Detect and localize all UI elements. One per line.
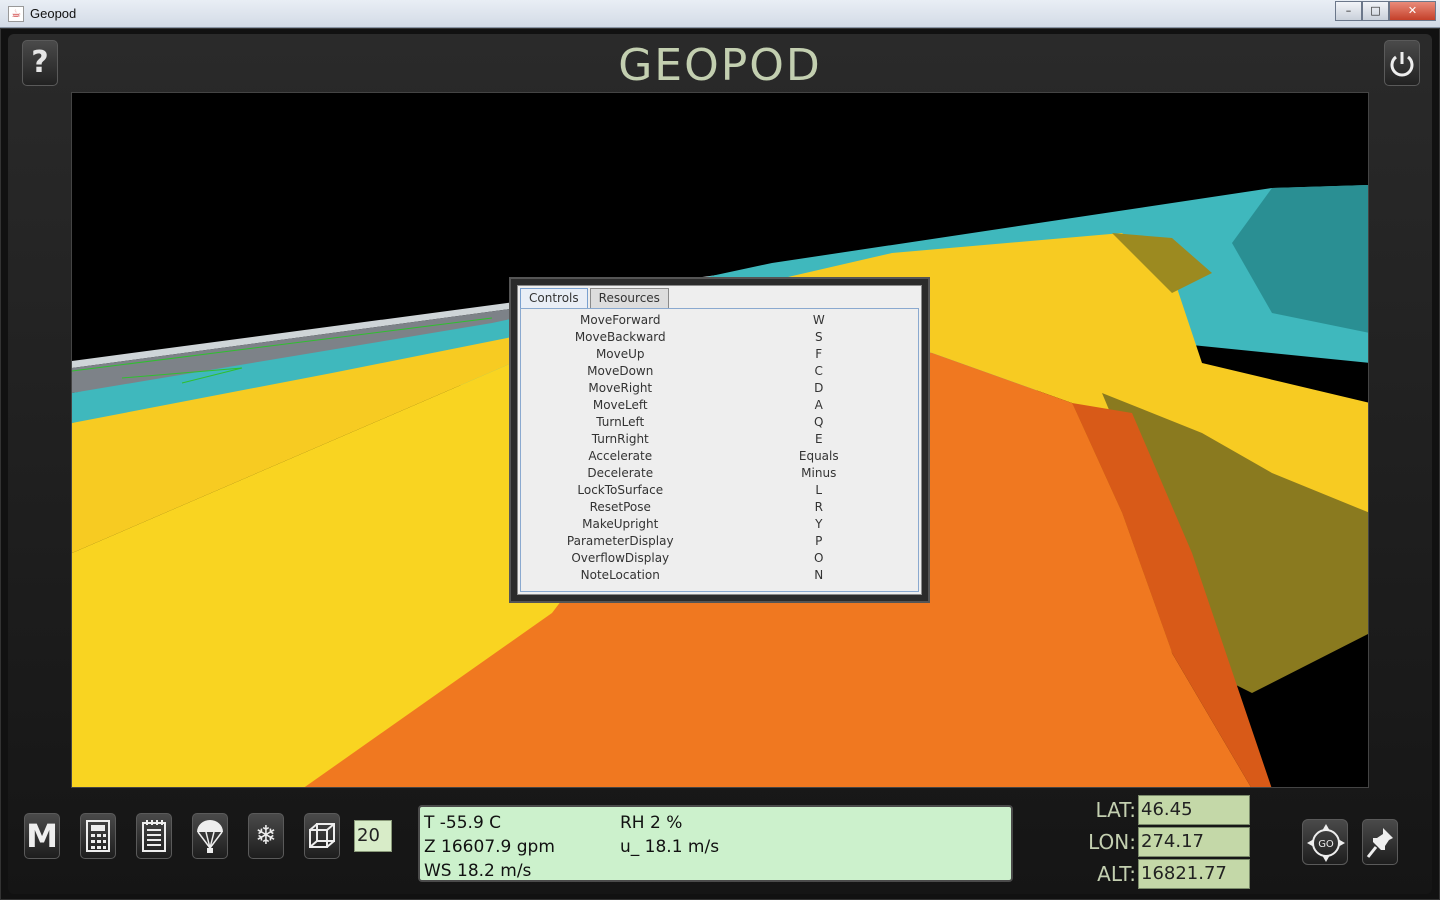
tab-resources[interactable]: Resources <box>589 288 669 308</box>
control-key: N <box>814 568 824 582</box>
control-action: NoteLocation <box>580 568 660 582</box>
m-button[interactable]: M <box>24 813 60 859</box>
control-row: TurnLeft Q <box>521 414 918 431</box>
go-label: GO <box>1318 839 1334 850</box>
pin-button[interactable] <box>1362 819 1398 865</box>
notepad-icon <box>142 820 166 852</box>
control-key: Minus <box>801 466 837 480</box>
control-action: MoveLeft <box>592 398 648 412</box>
snowflake-button[interactable]: ❄ <box>248 813 284 859</box>
controls-dialog: Controls Resources MoveForward W MoveBackw… <box>509 277 930 603</box>
control-key: R <box>814 500 823 514</box>
cube-button[interactable] <box>304 813 340 859</box>
control-action: OverflowDisplay <box>571 551 670 565</box>
control-row: ResetPose R <box>521 499 918 516</box>
lon-field[interactable]: 274.17 <box>1138 827 1250 857</box>
control-action: MoveRight <box>588 381 653 395</box>
pushpin-icon <box>1366 828 1393 858</box>
control-key: F <box>815 347 823 361</box>
control-key: C <box>814 364 823 378</box>
control-action: Decelerate <box>587 466 654 480</box>
u-wind-readout: u_ 18.1 m/s <box>620 837 720 857</box>
control-row: Decelerate Minus <box>521 465 918 482</box>
close-button[interactable]: ✕ <box>1389 1 1436 21</box>
parachute-icon <box>197 820 223 853</box>
power-icon <box>1390 52 1414 77</box>
control-key: D <box>814 381 824 395</box>
control-row: TurnRight E <box>521 431 918 448</box>
help-button[interactable]: ? <box>22 40 58 86</box>
lon-label: LON: <box>1088 830 1136 854</box>
height-readout: Z 16607.9 gpm <box>424 837 555 857</box>
control-action: LockToSurface <box>577 483 664 497</box>
geopod-logo: GEOPOD <box>618 40 822 91</box>
step-number-field[interactable]: 20 <box>354 820 392 852</box>
control-key: P <box>815 534 823 548</box>
control-key: E <box>814 432 823 446</box>
control-row: OverflowDisplay O <box>521 550 918 567</box>
control-row: MakeUpright Y <box>521 516 918 533</box>
control-key: Y <box>815 517 823 531</box>
parachute-button[interactable] <box>192 813 228 859</box>
control-key: Q <box>814 415 824 429</box>
go-compass-icon: GO <box>1307 824 1345 862</box>
java-app-icon: ☕ <box>8 6 24 22</box>
go-button[interactable]: GO <box>1302 819 1348 865</box>
lat-label: LAT: <box>1095 798 1137 822</box>
control-row: LockToSurface L <box>521 482 918 499</box>
control-action: Accelerate <box>588 449 653 463</box>
control-key: A <box>814 398 823 412</box>
temperature-readout: T -55.9 C <box>424 813 502 833</box>
control-action: MoveBackward <box>574 330 666 344</box>
tab-controls[interactable]: Controls <box>520 288 588 308</box>
calculator-icon <box>86 820 110 852</box>
minimize-button[interactable]: – <box>1335 1 1362 21</box>
maximize-button[interactable]: □ <box>1362 1 1389 21</box>
control-row: MoveDown C <box>521 363 918 380</box>
control-action: MakeUpright <box>582 517 659 531</box>
control-row: MoveForward W <box>521 312 918 329</box>
window-controls: – □ ✕ <box>1335 1 1436 21</box>
alt-label: ALT: <box>1097 862 1136 886</box>
control-row: MoveBackward S <box>521 329 918 346</box>
control-row: NoteLocation N <box>521 567 918 584</box>
cube-icon <box>309 823 335 848</box>
wind-speed-readout: WS 18.2 m/s <box>424 861 532 881</box>
control-action: TurnRight <box>591 432 649 446</box>
m-icon: M <box>26 817 58 855</box>
snowflake-icon: ❄ <box>255 821 277 851</box>
window-titlebar: ☕ Geopod – □ ✕ <box>0 0 1440 28</box>
control-row: MoveRight D <box>521 380 918 397</box>
dialog-content: Controls Resources MoveForward W MoveBackw… <box>517 285 922 595</box>
control-action: ResetPose <box>589 500 651 514</box>
lat-field[interactable]: 46.45 <box>1138 795 1250 825</box>
control-action: ParameterDisplay <box>566 534 674 548</box>
control-row: MoveUp F <box>521 346 918 363</box>
control-key: S <box>814 330 823 344</box>
calculator-button[interactable] <box>80 813 116 859</box>
control-row: MoveLeft A <box>521 397 918 414</box>
control-key: W <box>812 313 825 327</box>
control-action: MoveDown <box>587 364 654 378</box>
control-action: TurnLeft <box>596 415 645 429</box>
control-key: O <box>814 551 824 565</box>
control-action: MoveUp <box>595 347 645 361</box>
control-key: Equals <box>798 449 839 463</box>
power-button[interactable] <box>1384 40 1420 86</box>
control-row: Accelerate Equals <box>521 448 918 465</box>
parameter-readout: T -55.9 C Z 16607.9 gpm WS 18.2 m/s RH 2… <box>418 805 1013 882</box>
controls-list: MoveForward W MoveBackward S MoveUp F MoveDown… <box>520 308 919 592</box>
control-action: MoveForward <box>580 313 661 327</box>
window-title: Geopod <box>30 6 77 21</box>
humidity-readout: RH 2 % <box>620 813 683 833</box>
control-row: ParameterDisplay P <box>521 533 918 550</box>
alt-field[interactable]: 16821.77 <box>1138 859 1250 889</box>
notepad-button[interactable] <box>136 813 172 859</box>
control-key: L <box>815 483 823 497</box>
dialog-tabs: Controls Resources <box>520 288 671 310</box>
